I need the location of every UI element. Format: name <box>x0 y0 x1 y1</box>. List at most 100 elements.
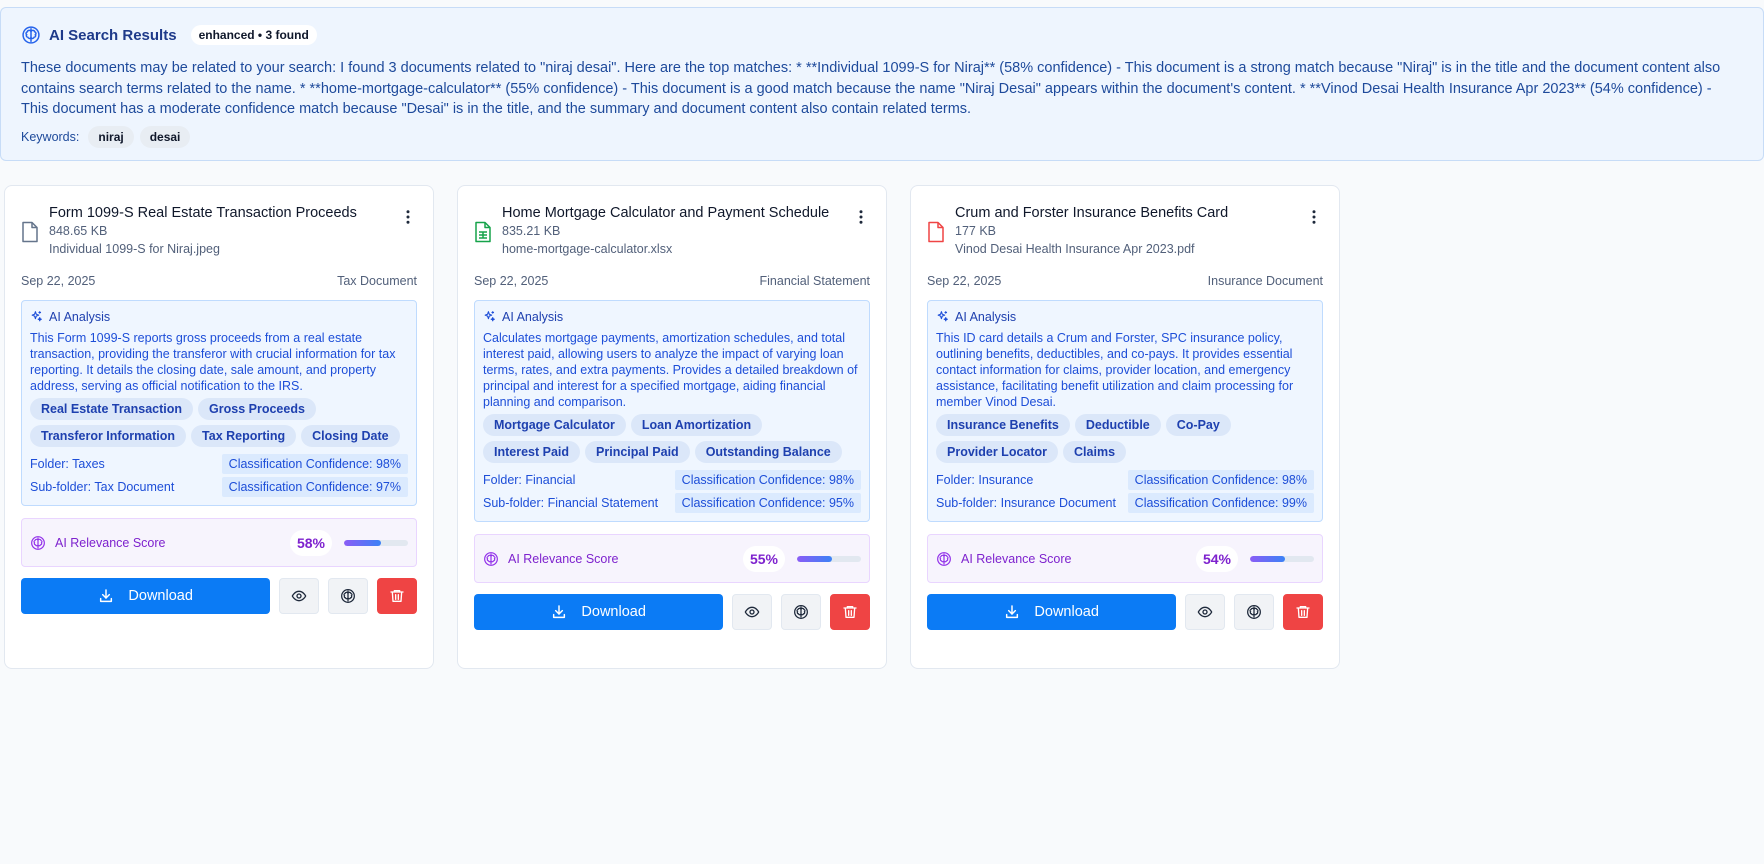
document-title[interactable]: Form 1099-S Real Estate Transaction Proc… <box>49 204 357 222</box>
ai-results-header: AI Search Results enhanced • 3 found <box>21 25 1743 45</box>
topic-tag: Outstanding Balance <box>694 441 842 463</box>
folder-classification: Folder: Taxes Classification Confidence:… <box>30 454 408 474</box>
delete-button[interactable] <box>377 578 417 614</box>
relevance-score: 55% <box>742 545 785 572</box>
document-card-header: Form 1099-S Real Estate Transaction Proc… <box>21 204 417 258</box>
more-options-icon[interactable] <box>399 208 417 226</box>
brain-icon <box>22 26 40 44</box>
topic-tag: Insurance Benefits <box>936 414 1070 436</box>
file-size: 177 KB <box>955 224 997 238</box>
ai-insights-button[interactable] <box>1234 594 1275 630</box>
subfolder-label: Sub-folder: Financial Statement <box>483 496 659 510</box>
document-date: Sep 22, 2025 <box>927 274 1002 288</box>
topic-tag: Provider Locator <box>936 441 1059 463</box>
file-icon <box>21 221 41 258</box>
relevance-label: AI Relevance Score <box>961 551 1072 566</box>
document-category: Tax Document <box>337 274 417 288</box>
document-meta: Sep 22, 2025 Tax Document <box>21 274 417 292</box>
download-button[interactable]: Download <box>21 578 271 614</box>
topic-tag: Gross Proceeds <box>198 398 316 420</box>
folder-confidence: Classification Confidence: 98% <box>674 470 861 490</box>
relevance-progress-fill <box>1250 555 1285 562</box>
ai-analysis-panel: AI Analysis This ID card details a Crum … <box>927 300 1323 522</box>
download-button[interactable]: Download <box>927 594 1177 630</box>
preview-button[interactable] <box>732 594 773 630</box>
subfolder-label: Sub-folder: Insurance Document <box>936 496 1116 510</box>
ai-analysis-panel: AI Analysis Calculates mortgage payments… <box>474 300 870 522</box>
topic-tag: Co-Pay <box>1165 414 1231 436</box>
ai-results-summary: These documents may be related to your s… <box>21 60 1721 117</box>
relevance-progress-fill <box>797 555 833 562</box>
relevance-progress-bar <box>344 539 408 546</box>
pdf-file-icon <box>927 221 947 258</box>
ai-analysis-label: AI Analysis <box>955 309 1017 324</box>
ai-insights-button[interactable] <box>781 594 822 630</box>
ai-analysis-header: AI Analysis <box>483 309 861 324</box>
ai-analysis-summary: This ID card details a Crum and Forster,… <box>936 331 1294 409</box>
folder-label: Folder: Financial <box>483 473 576 487</box>
ai-analysis-summary: This Form 1099-S reports gross proceeds … <box>30 331 396 393</box>
trash-icon <box>390 590 404 602</box>
topic-tag: Transferor Information <box>30 425 187 447</box>
sparkles-icon <box>484 311 495 322</box>
document-card[interactable]: Crum and Forster Insurance Benefits Card… <box>910 185 1340 669</box>
subfolder-confidence: Classification Confidence: 95% <box>674 493 861 513</box>
preview-button[interactable] <box>279 578 320 614</box>
card-actions: Download <box>21 578 417 614</box>
document-category: Financial Statement <box>759 274 870 288</box>
eye-icon <box>744 606 760 618</box>
document-title[interactable]: Home Mortgage Calculator and Payment Sch… <box>502 204 829 222</box>
folder-confidence: Classification Confidence: 98% <box>221 454 408 474</box>
subfolder-confidence: Classification Confidence: 99% <box>1127 493 1314 513</box>
ai-analysis-header: AI Analysis <box>936 309 1314 324</box>
trash-icon <box>843 606 857 618</box>
ai-analysis-panel: AI Analysis This Form 1099-S reports gro… <box>21 300 417 506</box>
relevance-label: AI Relevance Score <box>508 551 619 566</box>
document-card[interactable]: Form 1099-S Real Estate Transaction Proc… <box>4 185 434 669</box>
ai-search-results-panel: AI Search Results enhanced • 3 found The… <box>0 7 1764 161</box>
delete-button[interactable] <box>1283 594 1323 630</box>
file-size: 835.21 KB <box>502 224 561 238</box>
download-label: Download <box>1034 604 1099 620</box>
folder-label: Folder: Insurance <box>936 473 1034 487</box>
keywords-row: Keywords: niraj desai <box>21 125 1743 148</box>
document-date: Sep 22, 2025 <box>474 274 549 288</box>
file-name: home-mortgage-calculator.xlsx <box>502 242 673 256</box>
download-icon <box>1006 605 1019 619</box>
brain-icon <box>794 605 809 619</box>
document-category: Insurance Document <box>1207 274 1323 288</box>
subfolder-classification: Sub-folder: Financial Statement Classifi… <box>483 493 861 513</box>
ai-relevance-score-panel: AI Relevance Score 54% <box>927 534 1323 583</box>
relevance-score: 58% <box>289 529 332 556</box>
file-size: 848.65 KB <box>49 224 108 238</box>
document-title[interactable]: Crum and Forster Insurance Benefits Card <box>955 204 1228 222</box>
ai-analysis-header: AI Analysis <box>30 309 408 324</box>
document-meta: Sep 22, 2025 Insurance Document <box>927 274 1323 292</box>
subfolder-confidence: Classification Confidence: 97% <box>221 477 408 497</box>
keyword-chip[interactable]: desai <box>139 125 191 148</box>
delete-button[interactable] <box>830 594 870 630</box>
topic-tag: Deductible <box>1074 414 1161 436</box>
more-options-icon[interactable] <box>852 208 870 226</box>
keyword-chip[interactable]: niraj <box>88 125 134 148</box>
document-card[interactable]: Home Mortgage Calculator and Payment Sch… <box>457 185 887 669</box>
preview-button[interactable] <box>1185 594 1226 630</box>
ai-insights-button[interactable] <box>328 578 369 614</box>
folder-classification: Folder: Financial Classification Confide… <box>483 470 861 490</box>
topic-tags: Real Estate Transaction Gross Proceeds Tra… <box>30 398 408 452</box>
download-icon <box>100 589 113 603</box>
more-options-icon[interactable] <box>1305 208 1323 226</box>
download-button[interactable]: Download <box>474 594 724 630</box>
ai-results-title: AI Search Results <box>49 26 177 44</box>
folder-classification: Folder: Insurance Classification Confide… <box>936 470 1314 490</box>
topic-tag: Tax Reporting <box>191 425 297 447</box>
brain-icon <box>484 551 498 566</box>
trash-icon <box>1296 606 1310 618</box>
topic-tag: Principal Paid <box>585 441 690 463</box>
subfolder-label: Sub-folder: Tax Document <box>30 480 175 494</box>
topic-tag: Closing Date <box>301 425 400 447</box>
eye-icon <box>1197 606 1213 618</box>
relevance-progress-bar <box>1250 555 1314 562</box>
topic-tags: Mortgage Calculator Loan Amortization Inte… <box>483 414 861 468</box>
ai-relevance-score-panel: AI Relevance Score 58% <box>21 518 417 567</box>
